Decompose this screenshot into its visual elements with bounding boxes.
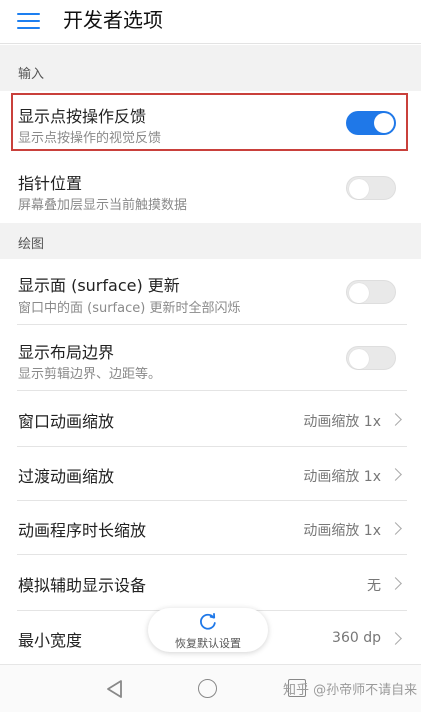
setting-value: 无 (367, 578, 381, 594)
setting-title: 窗口动画缩放 (18, 412, 115, 431)
setting-secondary-display[interactable]: 模拟辅助显示设备 无 (0, 555, 421, 611)
restore-defaults-label: 恢复默认设置 (175, 637, 241, 650)
setting-subtitle: 显示剪辑边界、边距等。 (18, 367, 162, 382)
setting-subtitle: 窗口中的面 (surface) 更新时全部闪烁 (18, 301, 241, 316)
surface-updates-toggle[interactable] (346, 280, 396, 304)
setting-title: 指针位置 (18, 174, 83, 193)
setting-title: 动画程序时长缩放 (18, 521, 147, 540)
setting-show-taps[interactable]: 显示点按操作反馈 显示点按操作的视觉反馈 (0, 91, 421, 153)
refresh-icon (200, 613, 216, 630)
setting-title: 显示布局边界 (18, 343, 115, 362)
chevron-right-icon (389, 577, 402, 590)
setting-value: 360 dp (332, 630, 381, 646)
setting-value: 动画缩放 1x (303, 469, 381, 485)
setting-value: 动画缩放 1x (303, 523, 381, 539)
setting-layout-bounds[interactable]: 显示布局边界 显示剪辑边界、边距等。 (0, 325, 421, 391)
setting-subtitle: 显示点按操作的视觉反馈 (18, 131, 162, 146)
back-icon[interactable] (105, 679, 125, 699)
chevron-right-icon (389, 522, 402, 535)
setting-title: 过渡动画缩放 (18, 467, 115, 486)
page-title: 开发者选项 (63, 8, 163, 32)
setting-value: 动画缩放 1x (303, 414, 381, 430)
chevron-right-icon (389, 413, 402, 426)
setting-title: 显示点按操作反馈 (18, 107, 147, 126)
show-taps-toggle[interactable] (346, 111, 396, 135)
chevron-right-icon (389, 468, 402, 481)
system-nav-bar: 知乎 @孙帝师不请自来 (0, 664, 421, 712)
setting-title: 模拟辅助显示设备 (18, 576, 147, 595)
home-icon[interactable] (198, 679, 217, 698)
setting-pointer-location[interactable]: 指针位置 屏幕叠加层显示当前触摸数据 (0, 153, 421, 223)
setting-subtitle: 屏幕叠加层显示当前触摸数据 (18, 198, 188, 213)
setting-title: 显示面 (surface) 更新 (18, 276, 180, 295)
app-bar: 开发者选项 (0, 0, 421, 44)
restore-defaults-button[interactable]: 恢复默认设置 (148, 608, 268, 652)
setting-surface-updates[interactable]: 显示面 (surface) 更新 窗口中的面 (surface) 更新时全部闪烁 (0, 259, 421, 325)
section-header-drawing: 绘图 (0, 223, 421, 259)
pointer-location-toggle[interactable] (346, 176, 396, 200)
menu-icon[interactable] (17, 11, 41, 31)
setting-transition-animation[interactable]: 过渡动画缩放 动画缩放 1x (0, 447, 421, 501)
setting-title: 最小宽度 (18, 631, 83, 650)
setting-animator-duration[interactable]: 动画程序时长缩放 动画缩放 1x (0, 501, 421, 555)
chevron-right-icon (389, 632, 402, 645)
section-header-input: 输入 (0, 45, 421, 91)
watermark: 知乎 @孙帝师不请自来 (283, 683, 418, 698)
setting-window-animation[interactable]: 窗口动画缩放 动画缩放 1x (0, 391, 421, 447)
layout-bounds-toggle[interactable] (346, 346, 396, 370)
